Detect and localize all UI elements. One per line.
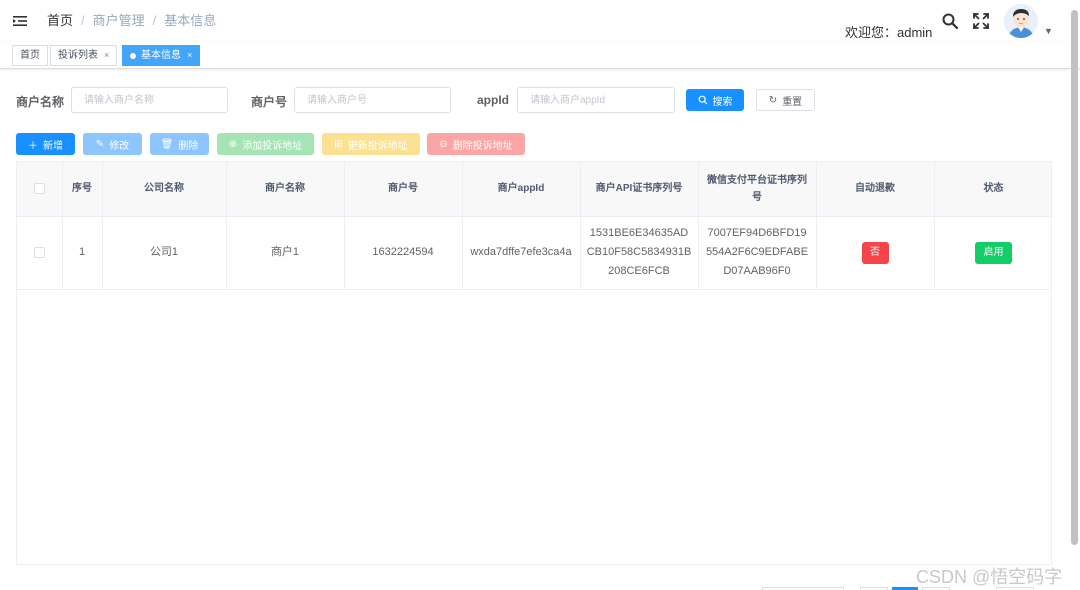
update-complaint-address-label: 更新投诉地址 bbox=[347, 140, 408, 152]
caret-down-icon[interactable]: ▼ bbox=[1044, 26, 1053, 36]
search-button[interactable]: 搜索 bbox=[686, 89, 744, 111]
user-avatar-icon bbox=[1004, 4, 1038, 38]
merchant-no-input[interactable] bbox=[294, 87, 451, 113]
active-dot-icon bbox=[130, 52, 136, 59]
breadcrumb-separator: / bbox=[152, 13, 157, 28]
select-all-header bbox=[17, 162, 63, 217]
search-icon[interactable] bbox=[941, 12, 959, 30]
delete-complaint-address-button[interactable]: ⊖ 删除投诉地址 bbox=[427, 133, 525, 155]
column-header: 自动退款 bbox=[816, 162, 935, 217]
merchant-name-label: 商户名称 bbox=[16, 95, 65, 109]
close-icon[interactable]: × bbox=[104, 46, 109, 65]
status-cell: 启用 bbox=[934, 216, 1051, 290]
breadcrumb-merchant-management[interactable]: 商户管理 bbox=[93, 13, 145, 29]
vertical-scrollbar[interactable] bbox=[1071, 10, 1078, 545]
row-checkbox[interactable] bbox=[33, 246, 45, 258]
select-all-checkbox[interactable] bbox=[33, 183, 45, 195]
appid-input[interactable] bbox=[517, 87, 675, 113]
breadcrumb-basic-info: 基本信息 bbox=[164, 13, 217, 28]
add-complaint-address-button[interactable]: ⊕ 添加投诉地址 bbox=[217, 133, 314, 155]
breadcrumb: 首页 / 商户管理 / 基本信息 bbox=[47, 13, 216, 29]
tag-home[interactable]: 首页 bbox=[12, 45, 48, 66]
column-header: 微信支付平台证书序列号 bbox=[698, 162, 817, 217]
welcome-text: 欢迎您：admin bbox=[845, 25, 933, 40]
hamburger-icon[interactable] bbox=[12, 13, 28, 29]
breadcrumb-home[interactable]: 首页 bbox=[47, 13, 73, 29]
fullscreen-icon[interactable] bbox=[972, 12, 990, 30]
tags-view: 首页 投诉列表 × 基本信息 × bbox=[0, 42, 1080, 69]
merchant-name-cell: 商户1 bbox=[226, 216, 345, 290]
status-badge[interactable]: 启用 bbox=[975, 241, 1012, 264]
edit-button[interactable]: ✎ 修改 bbox=[83, 133, 142, 155]
appid-cell: wxda7dffe7efe3ca4a bbox=[462, 216, 581, 290]
row-select-cell bbox=[17, 216, 63, 290]
index-cell: 1 bbox=[62, 216, 103, 290]
add-button[interactable]: ＋ 新增 bbox=[16, 133, 75, 155]
column-header: 商户API证书序列号 bbox=[580, 162, 699, 217]
column-header: 状态 bbox=[934, 162, 1051, 217]
delete-button-label: 删除 bbox=[178, 140, 199, 152]
search-icon bbox=[698, 95, 707, 105]
auto-refund-cell: 否 bbox=[816, 216, 935, 290]
column-header: 商户号 bbox=[344, 162, 463, 217]
trash-icon: 🗑 bbox=[160, 138, 174, 150]
column-header: 公司名称 bbox=[102, 162, 227, 217]
table-header-row: 序号 公司名称 商户名称 商户号 商户appId 商户API证书序列号 微信支付… bbox=[17, 162, 1051, 217]
edit-button-label: 修改 bbox=[109, 140, 130, 152]
plus-icon: ＋ bbox=[28, 140, 38, 152]
tag-label: 首页 bbox=[20, 50, 40, 61]
merchant-no-cell: 1632224594 bbox=[344, 216, 463, 290]
reset-button[interactable]: ↻ 重置 bbox=[756, 89, 815, 111]
add-complaint-address-label: 添加投诉地址 bbox=[242, 140, 303, 152]
appid-label: appId bbox=[477, 93, 509, 107]
company-cell: 公司1 bbox=[102, 216, 227, 290]
tag-complaint-list[interactable]: 投诉列表 × bbox=[50, 45, 118, 66]
navbar: 首页 / 商户管理 / 基本信息 欢迎您：admin ▼ bbox=[0, 0, 1080, 42]
close-icon[interactable]: × bbox=[187, 46, 192, 65]
plus-circle-icon: ⊕ bbox=[228, 138, 238, 150]
api-cert-serial-cell: 1531BE6E34635ADCB10F58C5834931B208CE6FCB bbox=[580, 216, 699, 290]
breadcrumb-separator: / bbox=[81, 13, 85, 28]
watermark: CSDN @悟空码字 bbox=[916, 567, 1063, 587]
platform-cert-serial-cell: 7007EF94D6BFD19554A2F6C9EDFABED07AAB96F0 bbox=[698, 216, 817, 290]
auto-refund-badge[interactable]: 否 bbox=[861, 241, 889, 264]
refresh-icon: ↻ bbox=[768, 94, 778, 106]
delete-complaint-address-label: 删除投诉地址 bbox=[452, 140, 513, 152]
tag-label: 基本信息 bbox=[141, 50, 181, 61]
minus-circle-icon: ⊖ bbox=[439, 138, 448, 150]
avatar[interactable] bbox=[1004, 4, 1038, 38]
tag-label: 投诉列表 bbox=[58, 50, 98, 61]
tag-basic-info[interactable]: 基本信息 × bbox=[122, 45, 201, 66]
column-header: 序号 bbox=[62, 162, 103, 217]
update-complaint-address-button[interactable]: ⊞ 更新投诉地址 bbox=[322, 133, 420, 155]
edit-icon: ✎ bbox=[95, 138, 105, 150]
add-button-label: 新增 bbox=[43, 140, 63, 152]
delete-button[interactable]: 🗑 删除 bbox=[150, 133, 209, 155]
column-header: 商户名称 bbox=[226, 162, 345, 217]
merchant-name-input[interactable] bbox=[71, 87, 228, 113]
reset-button-label: 重置 bbox=[782, 96, 803, 108]
plus-square-icon: ⊞ bbox=[334, 138, 343, 150]
search-button-label: 搜索 bbox=[712, 96, 733, 108]
merchant-table: 序号 公司名称 商户名称 商户号 商户appId 商户API证书序列号 微信支付… bbox=[16, 161, 1052, 565]
table-row[interactable]: 1 公司1 商户1 1632224594 wxda7dffe7efe3ca4a … bbox=[17, 216, 1051, 290]
merchant-no-label: 商户号 bbox=[251, 95, 288, 109]
column-header: 商户appId bbox=[462, 162, 581, 217]
